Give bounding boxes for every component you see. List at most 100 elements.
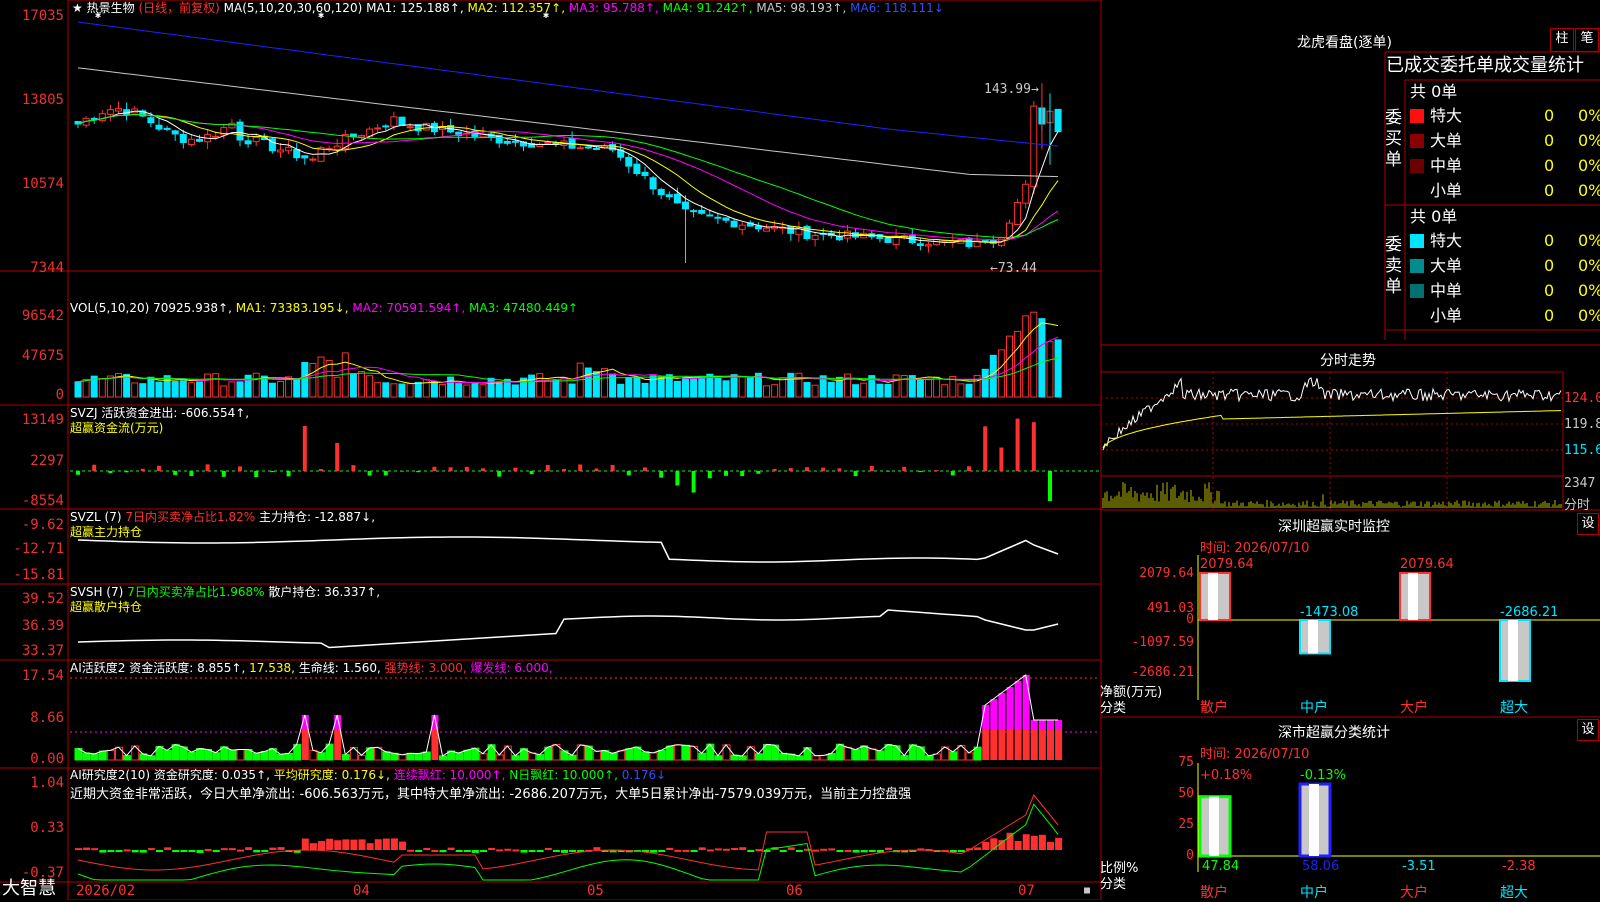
svzj-bar [772,469,777,471]
ai1-bar [123,755,132,761]
szmon-settings-button[interactable]: 设 [1577,513,1599,535]
ai1-bar-strong [1022,730,1030,760]
ai2-bar [674,849,682,852]
vol-bar-down [268,382,276,398]
lhb-sell-row[interactable]: 特大 0 0% [1410,229,1600,253]
svzl-header: SVZL (7) 7日内买卖净占比1.82% 主力持仓: -12.887↓, [70,510,375,524]
lhb-buy-count: 0 [1544,181,1555,200]
adjust-mode[interactable]: (日线，前复权) [138,1,219,15]
svzj-y-label: -8554 [21,493,64,509]
svzj-bar [1031,422,1036,471]
legend-swatch [1410,234,1424,248]
candle-down [179,133,187,143]
ai2-bar [885,847,892,850]
ai1-bar [479,753,488,761]
lhb-bar-button[interactable]: 柱 [1550,28,1574,52]
lhb-sell-percent: 0% [1578,281,1600,300]
vol-bar-up [252,372,260,398]
fenshi-title[interactable]: 分时走势 [1320,350,1376,370]
vol-bar-up [763,385,770,398]
szmon-bar-shine [1308,620,1318,654]
chart-canvas[interactable]: ✱ ✱ ✱ [0,0,1600,900]
candle-up [811,234,819,241]
ai1-strong: 强势线: 3.000, [384,661,467,675]
vol-bar-down [236,381,244,398]
lhb-buy-total: 共 0单 [1410,82,1458,101]
ai2-bar [407,849,415,852]
lhb-sell-percent: 0% [1578,256,1600,275]
candle-up [333,145,341,150]
szcls-title: 深市超赢分类统计 [1278,725,1390,741]
lhb-sell-row[interactable]: 小单 0 0% [1410,304,1600,328]
ai2-bar [139,850,147,853]
szcls-category-label: 大户 [1400,885,1428,901]
ai2-bar [390,838,398,850]
ai2-bar [131,850,139,853]
vol-bar-up [811,384,819,398]
ai1-bar-strong [998,730,1006,760]
vol-bar-down [147,376,155,398]
ai2-bar [820,848,828,851]
ai2-title: AI研究度2(10) [70,768,151,782]
lhb-buy-row[interactable]: 中单 0 0% [1410,154,1600,178]
svzj-bar [967,466,971,471]
ai2-comment: 近期大资金非常活跃，今日大单净流出: -606.563万元，其中特大单净流出: … [70,787,912,802]
lhb-sell-row[interactable]: 大单 0 0% [1410,254,1600,278]
svzj-bar [497,471,502,477]
ai2-bar [747,850,755,852]
candle-down [698,209,706,214]
vol-bar-down [787,372,795,398]
svzj-bar [853,471,858,477]
szcls-settings-button[interactable]: 设 [1577,719,1599,741]
ai1-bar [147,755,156,761]
vol-bar-down [698,375,706,398]
stock-name[interactable]: 热景生物 [87,1,135,15]
ai2-bar [1038,834,1046,850]
lhb-buy-percent: 0% [1578,156,1600,175]
lhb-sell-percent: 0% [1578,231,1600,250]
candle-down [965,237,973,247]
szcls-y-label: 0 [1186,848,1194,863]
ai2-bar [147,848,155,851]
ai1-bar [260,751,269,761]
lhb-buy-row[interactable]: 特大 0 0% [1410,104,1600,128]
lhb-buy-row[interactable]: 小单 0 0% [1410,179,1600,203]
lhb-buy-row[interactable]: 大单 0 0% [1410,129,1600,153]
brand-logo[interactable]: 大智慧 [2,879,56,899]
candle-down [196,138,203,142]
lhb-sell-row[interactable]: 中单 0 0% [1410,279,1600,303]
szmon-bar-shine [1208,573,1218,620]
ai1-bar-burst [1030,720,1038,730]
ai2-bar [844,849,852,852]
szcls-category-label: 超大 [1500,885,1528,901]
vol-bar-up [771,384,779,398]
ai2-bar [828,848,836,851]
candle-up [1022,183,1030,204]
lhb-tick-button[interactable]: 笔 [1575,28,1599,52]
szcls-category-label: 散户 [1200,885,1228,901]
ai2-bar [488,848,496,851]
ai2-y-label: 1.04 [30,775,64,791]
ai1-bar-burst [990,699,998,730]
lhb-buy-name: 大单 [1430,131,1463,150]
x-axis-label: 2026/02 [76,883,136,899]
ai2-bar [358,839,366,850]
svzj-bar [950,471,955,476]
candle-up [187,138,195,145]
ai1-bar [641,751,650,761]
ai2-bar [228,848,236,851]
szcls-bar-shine [1209,796,1219,856]
candle-up [406,126,414,129]
candle-down [592,147,600,150]
ai1-bar [682,744,690,761]
lock-icon[interactable]: ■ [1084,884,1090,898]
legend-swatch [1410,309,1424,323]
vol-bar-up [390,383,398,398]
vol-bar-up [479,384,487,398]
svzj-bar [481,468,485,471]
vol-bar-up [333,376,341,398]
vol-bar-up [933,376,941,398]
ai1-bar [398,754,407,761]
ai2-bar [188,850,196,852]
svzj-bar [707,471,712,479]
